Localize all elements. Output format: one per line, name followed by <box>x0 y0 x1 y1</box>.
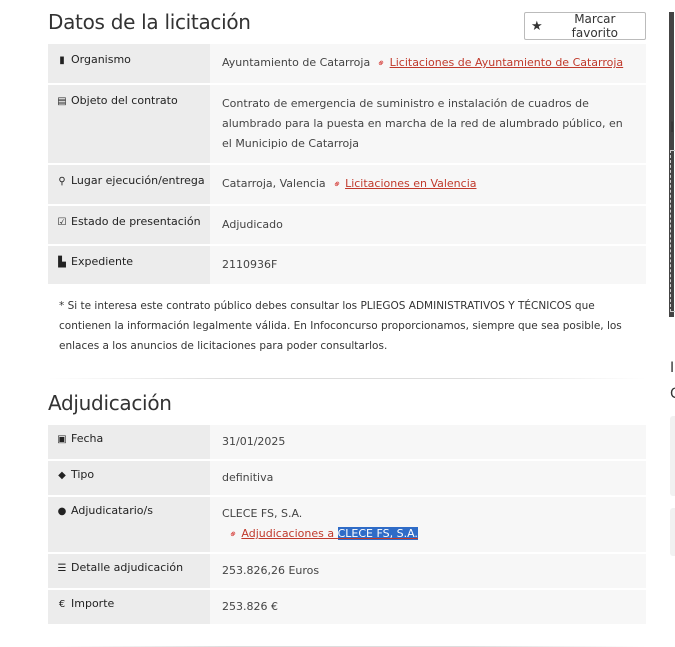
row-label: Fecha <box>71 432 104 445</box>
row-label-cell: ◆ Tipo <box>48 460 210 497</box>
tag-icon: ◆ <box>58 470 66 481</box>
section-divider <box>48 378 646 379</box>
row-label-cell: ⚲ Lugar ejecución/entrega <box>48 164 210 206</box>
row-label-cell: ● Adjudicatario/s <box>48 496 210 554</box>
row-value-cell: Adjudicado <box>210 205 646 246</box>
calendar-check-icon: ▣ <box>57 434 67 445</box>
row-value-cell: 2110936F <box>210 245 646 286</box>
table-row: ⚲ Lugar ejecución/entrega Catarroja, Vale… <box>48 164 646 206</box>
selected-text: CLECE FS, S.A. <box>337 527 418 540</box>
row-value: CLECE FS, S.A. <box>222 507 303 520</box>
row-value-cell: CLECE FS, S.A. ⚭Adjudicaciones a CLECE F… <box>210 496 646 554</box>
list-icon: ☰ <box>57 563 67 574</box>
sidebar-edge-heading: C <box>670 386 675 402</box>
row-label-cell: ▣ Fecha <box>48 425 210 461</box>
row-value: 253.826,26 Euros <box>222 564 320 577</box>
table-row: ▣ Fecha 31/01/2025 <box>48 425 646 461</box>
table-row: ☰ Detalle adjudicación 253.826,26 Euros <box>48 553 646 590</box>
row-label: Organismo <box>71 53 131 66</box>
file-icon: ▙ <box>58 257 66 268</box>
row-value-cell: 253.826,26 Euros <box>210 553 646 590</box>
link-licitaciones-lugar[interactable]: Licitaciones en Valencia <box>345 177 476 190</box>
map-marker-icon: ⚲ <box>58 176 66 187</box>
star-icon: ★ <box>531 18 543 34</box>
row-label-cell: ☑ Estado de presentación <box>48 205 210 246</box>
datos-table: ▮ Organismo Ayuntamiento de Catarroja ⚭Lic… <box>48 44 646 286</box>
row-value: Contrato de emergencia de suministro e i… <box>222 97 623 150</box>
table-row: ▤ Objeto del contrato Contrato de emergen… <box>48 84 646 165</box>
datos-header: Datos de la licitación ★ Marcar favorito <box>0 0 660 44</box>
favorite-button[interactable]: ★ Marcar favorito <box>524 12 646 40</box>
section-title-adjudicacion: Adjudicación <box>48 391 172 415</box>
row-value-cell: definitiva <box>210 460 646 497</box>
row-value-cell: Catarroja, Valencia ⚭Licitaciones en Vale… <box>210 164 646 206</box>
sidebar-edge-box <box>670 150 675 312</box>
table-row: ▮ Organismo Ayuntamiento de Catarroja ⚭Lic… <box>48 44 646 85</box>
main-content: Datos de la licitación ★ Marcar favorito… <box>0 0 660 647</box>
row-label-cell: ☰ Detalle adjudicación <box>48 553 210 590</box>
row-label: Tipo <box>71 468 95 481</box>
row-value-cell: 31/01/2025 <box>210 425 646 461</box>
table-row: € Importe 253.826 € <box>48 589 646 626</box>
row-label: Objeto del contrato <box>71 94 178 107</box>
row-label-cell: ▙ Expediente <box>48 245 210 286</box>
row-value-cell: Ayuntamiento de Catarroja ⚭Licitaciones d… <box>210 44 646 85</box>
row-value: 2110936F <box>222 258 278 271</box>
sidebar-edge-heading: I <box>670 120 675 136</box>
row-label: Expediente <box>71 255 134 268</box>
row-label: Estado de presentación <box>71 215 201 228</box>
row-value: Catarroja, Valencia <box>222 177 326 190</box>
link-licitaciones-organismo[interactable]: Licitaciones de Ayuntamiento de Catarroj… <box>390 56 624 69</box>
checkbox-icon: ☑ <box>57 217 67 228</box>
row-value-cell: 253.826 € <box>210 589 646 626</box>
sidebar-edge-card <box>670 416 675 496</box>
link-adjudicaciones[interactable]: Adjudicaciones a CLECE FS, S.A. <box>241 527 418 540</box>
row-label-cell: ▤ Objeto del contrato <box>48 84 210 165</box>
row-label: Detalle adjudicación <box>71 561 184 574</box>
adjudicacion-table: ▣ Fecha 31/01/2025 ◆ Tipo definitiva ● Adju… <box>48 425 646 626</box>
favorite-label: Marcar favorito <box>571 12 618 40</box>
table-row: ☑ Estado de presentación Adjudicado <box>48 205 646 246</box>
row-value: Ayuntamiento de Catarroja <box>222 56 371 69</box>
row-label: Importe <box>71 597 115 610</box>
adjudicatario-link-line: ⚭Adjudicaciones a CLECE FS, S.A. <box>222 524 636 545</box>
row-value-cell: Contrato de emergencia de suministro e i… <box>210 84 646 165</box>
document-icon: ▤ <box>57 96 67 107</box>
row-label: Adjudicatario/s <box>71 504 153 517</box>
table-row: ● Adjudicatario/s CLECE FS, S.A. ⚭Adjudic… <box>48 496 646 554</box>
table-row: ▙ Expediente 2110936F <box>48 245 646 286</box>
user-icon: ● <box>57 506 67 517</box>
row-value: 253.826 € <box>222 600 278 613</box>
pliegos-note: * Si te interesa este contrato público d… <box>59 300 622 352</box>
row-label-cell: ▮ Organismo <box>48 44 210 85</box>
row-label-cell: € Importe <box>48 589 210 626</box>
row-value: Adjudicado <box>222 218 283 231</box>
sidebar-edge-heading: I <box>670 360 675 376</box>
row-label: Lugar ejecución/entrega <box>71 174 205 187</box>
building-icon: ▮ <box>59 55 65 66</box>
table-row: ◆ Tipo definitiva <box>48 460 646 497</box>
row-value: 31/01/2025 <box>222 435 286 448</box>
link-prefix: Adjudicaciones a <box>241 527 338 540</box>
adjudicacion-header: Adjudicación <box>0 381 660 425</box>
section-title-datos: Datos de la licitación <box>48 10 251 34</box>
row-value: definitiva <box>222 471 274 484</box>
sidebar-edge-card <box>670 508 675 556</box>
